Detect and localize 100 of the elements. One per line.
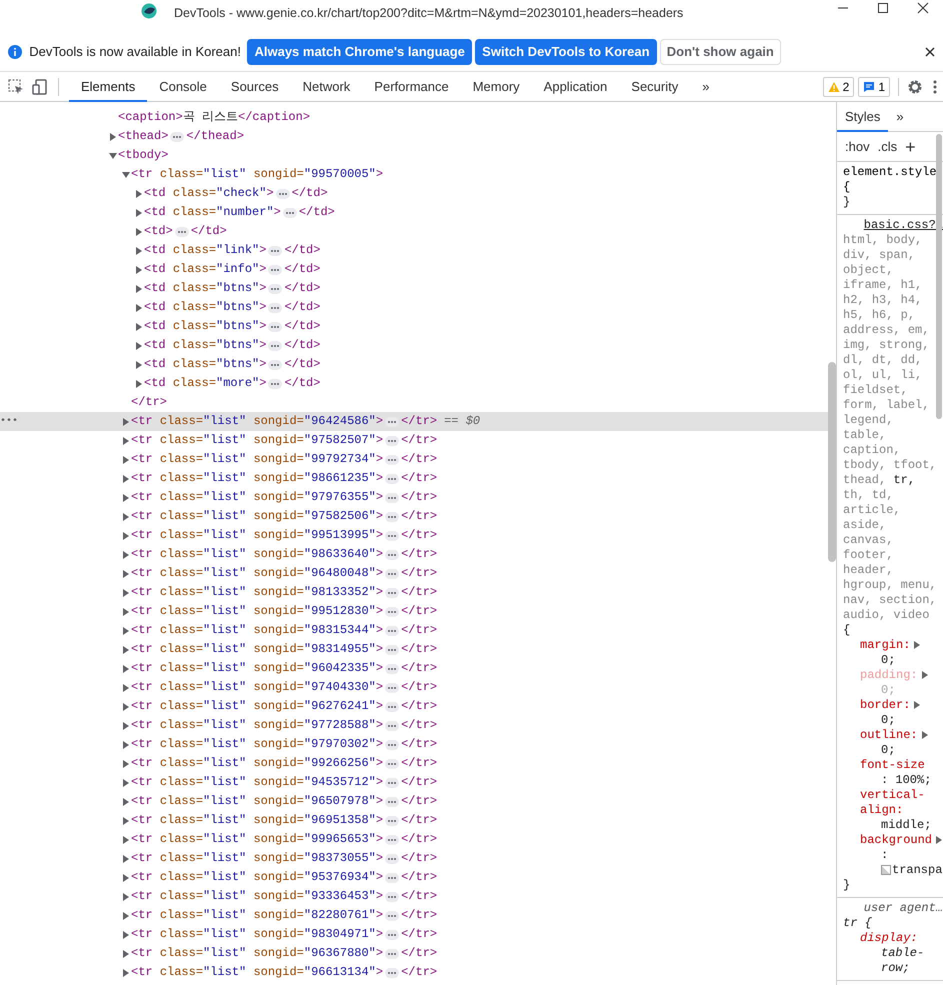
expand-arrow-icon[interactable] <box>134 302 144 312</box>
css-selector[interactable]: canvas, <box>843 533 894 547</box>
css-property-value[interactable]: 0; <box>860 653 943 668</box>
css-selector[interactable]: legend, <box>843 413 894 427</box>
css-property-name[interactable]: display: <box>860 931 918 946</box>
css-selector[interactable]: li, <box>900 368 922 382</box>
css-selector[interactable]: audio, <box>843 608 886 622</box>
css-selector[interactable]: caption, <box>843 443 901 457</box>
expand-arrow-icon[interactable] <box>121 454 131 464</box>
panel-tab[interactable]: Sources <box>218 72 291 102</box>
element-tag[interactable]: <tr class="list" songid="97582507"> <box>131 431 384 450</box>
expand-arrow-icon[interactable] <box>121 606 131 616</box>
css-selector[interactable]: tr, <box>893 473 916 487</box>
inspect-icon[interactable] <box>8 78 24 94</box>
css-selector[interactable]: aside, <box>843 518 886 532</box>
css-selector[interactable]: object, <box>843 263 894 277</box>
filter-toggle[interactable]: :hov <box>845 132 870 162</box>
element-tag[interactable]: <tr class="list" songid="97582506"> <box>131 507 384 526</box>
css-selector[interactable]: body, <box>886 233 922 247</box>
ellipsis-button[interactable] <box>385 778 400 788</box>
ellipsis-button[interactable] <box>385 834 400 844</box>
expand-arrow-icon[interactable] <box>121 474 131 484</box>
expand-arrow-icon[interactable] <box>108 132 118 142</box>
css-selector[interactable]: strong, <box>879 338 930 352</box>
css-selector[interactable]: div, <box>843 248 872 262</box>
css-property-name[interactable]: background <box>860 833 932 848</box>
css-selector[interactable]: tfoot, <box>893 458 937 472</box>
ellipsis-button[interactable] <box>385 968 400 978</box>
device-toolbar-icon[interactable] <box>32 78 48 94</box>
expand-arrow-icon[interactable] <box>121 892 131 902</box>
close-icon[interactable] <box>917 2 929 14</box>
css-selector[interactable]: footer, <box>843 548 894 562</box>
element-tag[interactable]: <tr class="list" songid="98315344"> <box>131 621 384 640</box>
element-tag[interactable]: <tr class="list" songid="94535712"> <box>131 773 384 792</box>
css-selector[interactable]: section, <box>879 593 937 607</box>
expand-arrow-icon[interactable] <box>134 378 144 388</box>
css-selector[interactable]: article, <box>843 503 901 517</box>
add-rule-button[interactable]: + <box>905 132 916 162</box>
ellipsis-button[interactable] <box>268 340 282 350</box>
element-tag[interactable]: <tr class="list" songid="96042335"> <box>131 659 384 678</box>
ellipsis-button[interactable] <box>385 682 400 692</box>
element-tag[interactable]: <tr class="list" songid="98373055"> <box>131 849 384 868</box>
expand-arrow-icon[interactable] <box>121 702 131 712</box>
css-selector[interactable]: h6, <box>872 308 894 322</box>
panel-tab[interactable]: Memory <box>460 72 532 102</box>
css-property-name[interactable]: font-size <box>860 758 925 773</box>
ellipsis-button[interactable] <box>276 188 290 198</box>
ellipsis-button[interactable] <box>268 264 282 274</box>
scrollbar-thumb[interactable] <box>828 362 836 562</box>
css-selector[interactable]: nav, <box>843 593 872 607</box>
element-tag[interactable]: <tr class="list" songid="96367880"> <box>131 944 384 963</box>
expand-arrow-icon[interactable] <box>121 930 131 940</box>
element-tag[interactable]: <td class="number"> <box>144 203 281 222</box>
more-options-icon[interactable] <box>933 80 937 94</box>
element-tag[interactable]: <tr class="list" songid="98661235"> <box>131 469 384 488</box>
ellipsis-button[interactable] <box>268 246 282 256</box>
css-selector[interactable]: span, <box>879 248 916 262</box>
css-property-name[interactable]: border: <box>860 698 910 713</box>
css-selector[interactable]: h3, <box>872 293 894 307</box>
ellipsis-button[interactable] <box>385 930 400 940</box>
element-tag[interactable]: <tr class="list" songid="98633640"> <box>131 545 384 564</box>
expand-arrow-icon[interactable] <box>121 492 131 502</box>
element-tag[interactable]: <tr class="list" songid="99965653"> <box>131 830 384 849</box>
element-tag[interactable]: <td> <box>144 222 173 241</box>
expand-arrow-icon[interactable] <box>134 284 144 294</box>
element-tag[interactable]: <tr class="list" songid="99570005"> <box>131 165 384 184</box>
expand-arrow-icon[interactable] <box>121 834 131 844</box>
ellipsis-button[interactable] <box>385 664 400 674</box>
expand-arrow-icon[interactable] <box>121 740 131 750</box>
ellipsis-button[interactable] <box>385 530 400 540</box>
css-selector[interactable]: td, <box>872 488 894 502</box>
gutter-dots[interactable]: ••• <box>0 412 18 431</box>
css-property-value[interactable]: : 100%; <box>860 773 943 788</box>
expand-arrow-icon[interactable] <box>121 682 131 692</box>
css-property-value[interactable]: 0; <box>860 713 943 728</box>
element-tag[interactable]: <td class="btns"> <box>144 355 266 374</box>
ellipsis-button[interactable] <box>385 512 400 522</box>
expand-arrow-icon[interactable] <box>121 568 131 578</box>
ellipsis-button[interactable] <box>268 284 282 294</box>
element-tag[interactable]: <tr class="list" songid="95376934"> <box>131 868 384 887</box>
css-selector[interactable]: header, <box>843 563 894 577</box>
element-tag[interactable]: <tr class="list" songid="99512830"> <box>131 602 384 621</box>
color-swatch[interactable] <box>881 864 891 875</box>
close-icon[interactable] <box>925 46 935 56</box>
expand-arrow-icon[interactable] <box>935 834 943 845</box>
panel-tab[interactable]: Application <box>532 72 620 102</box>
expand-arrow-icon[interactable] <box>121 664 131 674</box>
css-selector[interactable]: ol, <box>843 368 865 382</box>
ellipsis-button[interactable] <box>385 568 400 578</box>
css-property-value[interactable]: middle; <box>860 818 943 833</box>
element-tag[interactable]: <tr class="list" songid="93336453"> <box>131 887 384 906</box>
expand-arrow-icon[interactable] <box>134 340 144 350</box>
element-tag[interactable]: <td class="btns"> <box>144 279 266 298</box>
ellipsis-button[interactable] <box>174 226 189 236</box>
css-selector[interactable]: html, <box>843 233 880 247</box>
sidebar-tab[interactable]: Styles <box>837 102 888 132</box>
ellipsis-button[interactable] <box>385 740 400 750</box>
element-tag[interactable]: <tr class="list" songid="96276241"> <box>131 697 384 716</box>
element-tag[interactable]: <tr class="list" songid="96424586"> <box>131 412 384 431</box>
ellipsis-button[interactable] <box>170 132 184 142</box>
